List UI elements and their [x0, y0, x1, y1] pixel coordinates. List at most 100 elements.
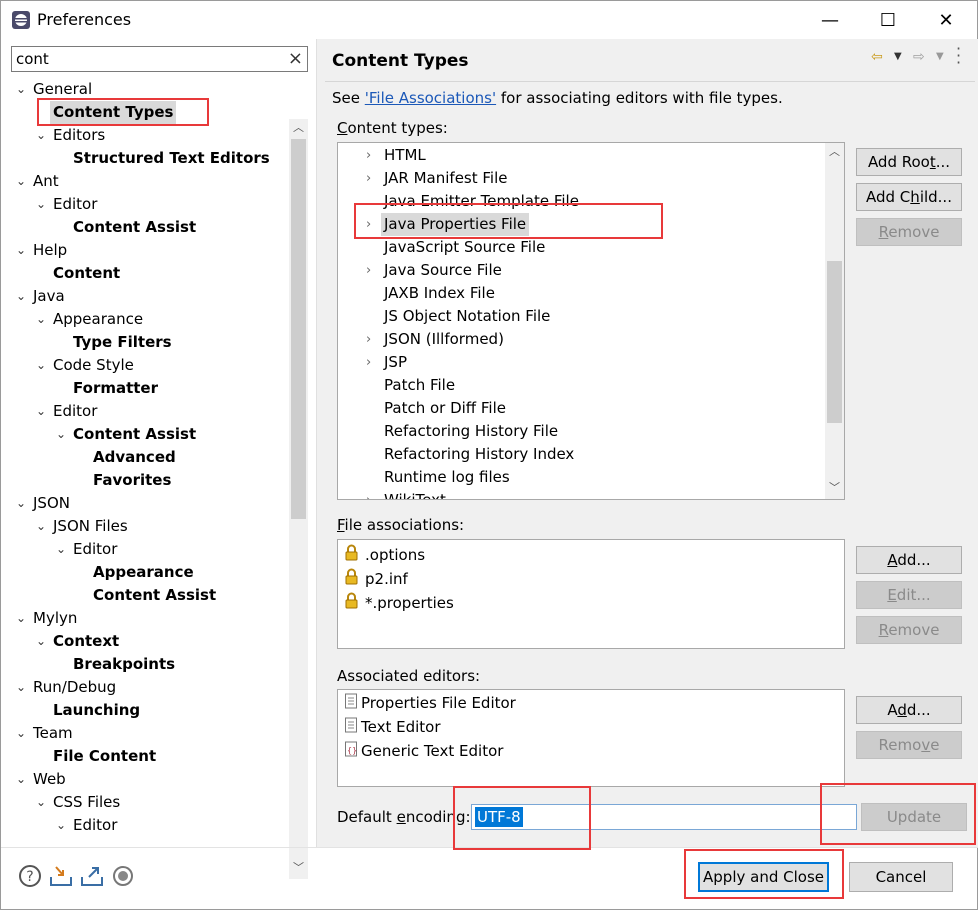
expand-chevron-icon[interactable]: ›: [366, 328, 371, 351]
expand-chevron-icon[interactable]: ›: [366, 489, 371, 499]
tree-item[interactable]: Context: [53, 630, 119, 653]
expand-chevron-icon[interactable]: ⌄: [14, 768, 28, 791]
tree-item[interactable]: Editor: [53, 193, 97, 216]
tree-item[interactable]: Appearance: [93, 561, 194, 584]
back-arrow-icon[interactable]: ⇦: [871, 49, 883, 65]
apply-and-close-button[interactable]: Apply and Close: [698, 862, 829, 892]
tree-item[interactable]: Ant: [33, 170, 59, 193]
clear-filter-icon[interactable]: ×: [288, 48, 303, 69]
tree-item[interactable]: Run/Debug: [33, 676, 116, 699]
import-icon[interactable]: [48, 863, 74, 889]
expand-chevron-icon[interactable]: ⌄: [14, 722, 28, 745]
back-dropdown-icon[interactable]: ▼: [894, 51, 902, 62]
tree-item[interactable]: General: [33, 78, 92, 101]
add-child-button[interactable]: Add Child...: [856, 183, 962, 211]
tree-item[interactable]: Mylyn: [33, 607, 77, 630]
export-icon[interactable]: [79, 863, 105, 889]
minimize-button[interactable]: —: [807, 1, 853, 39]
expand-chevron-icon[interactable]: ›: [366, 351, 371, 374]
content-type-item[interactable]: Runtime log files: [384, 466, 510, 489]
scroll-up-icon[interactable]: ︿: [825, 143, 844, 161]
content-type-item[interactable]: JavaScript Source File: [384, 236, 545, 259]
scroll-down-icon[interactable]: ﹀: [825, 479, 844, 497]
associated-editor-item[interactable]: Properties File Editor: [361, 692, 516, 715]
forward-dropdown-icon[interactable]: ▼: [936, 51, 944, 62]
tree-item[interactable]: CSS Files: [53, 791, 120, 814]
expand-chevron-icon[interactable]: ⌄: [14, 78, 28, 101]
expand-chevron-icon[interactable]: ⌄: [54, 814, 68, 837]
expand-chevron-icon[interactable]: ›: [366, 259, 371, 282]
filter-input[interactable]: [12, 47, 282, 71]
expand-chevron-icon[interactable]: ⌄: [34, 193, 48, 216]
content-type-item[interactable]: Refactoring History File: [384, 420, 558, 443]
tree-item[interactable]: Code Style: [53, 354, 134, 377]
record-icon[interactable]: [110, 863, 136, 889]
expand-chevron-icon[interactable]: ⌄: [34, 308, 48, 331]
tree-item[interactable]: Launching: [53, 699, 140, 722]
expand-chevron-icon[interactable]: ⌄: [34, 630, 48, 653]
scroll-down-icon[interactable]: ﹀: [289, 859, 308, 877]
content-type-item[interactable]: JS Object Notation File: [384, 305, 550, 328]
remove-editor-button[interactable]: Remove: [856, 731, 962, 759]
tree-item[interactable]: JSON Files: [53, 515, 128, 538]
file-associations-list[interactable]: .options p2.inf *.properties: [337, 539, 845, 649]
content-type-item[interactable]: JSON (Illformed): [384, 328, 504, 351]
content-type-item[interactable]: WikiText: [384, 489, 446, 499]
tree-item[interactable]: Structured Text Editors: [73, 147, 270, 170]
update-encoding-button[interactable]: Update: [861, 803, 967, 831]
associated-editors-list[interactable]: Properties File Editor Text Editor {} Gener…: [337, 689, 845, 787]
tree-item[interactable]: Editor: [53, 400, 97, 423]
edit-file-association-button[interactable]: Edit...: [856, 581, 962, 609]
forward-arrow-icon[interactable]: ⇨: [913, 49, 925, 65]
cancel-button[interactable]: Cancel: [849, 862, 953, 892]
tree-scrollbar[interactable]: ︿ ﹀: [289, 119, 308, 879]
content-type-item[interactable]: Patch or Diff File: [384, 397, 506, 420]
expand-chevron-icon[interactable]: ⌄: [14, 285, 28, 308]
add-editor-button[interactable]: Add...: [856, 696, 962, 724]
tree-item[interactable]: Java: [33, 285, 65, 308]
tree-item[interactable]: Formatter: [73, 377, 158, 400]
expand-chevron-icon[interactable]: ⌄: [14, 607, 28, 630]
tree-item[interactable]: Content Assist: [93, 584, 216, 607]
help-icon[interactable]: ?: [17, 863, 43, 889]
content-types-scroll-thumb[interactable]: [827, 261, 842, 423]
expand-chevron-icon[interactable]: ⌄: [54, 538, 68, 561]
expand-chevron-icon[interactable]: ⌄: [34, 124, 48, 147]
close-button[interactable]: ✕: [923, 1, 969, 39]
tree-item[interactable]: Breakpoints: [73, 653, 175, 676]
content-type-item[interactable]: JAXB Index File: [384, 282, 495, 305]
tree-item[interactable]: Type Filters: [73, 331, 172, 354]
add-file-association-button[interactable]: Add...: [856, 546, 962, 574]
tree-item[interactable]: Web: [33, 768, 66, 791]
expand-chevron-icon[interactable]: ›: [366, 167, 371, 190]
expand-chevron-icon[interactable]: ⌄: [14, 239, 28, 262]
tree-item[interactable]: Advanced: [93, 446, 176, 469]
expand-chevron-icon[interactable]: ⌄: [14, 676, 28, 699]
content-type-item[interactable]: Patch File: [384, 374, 455, 397]
expand-chevron-icon[interactable]: ›: [366, 144, 371, 167]
tree-item[interactable]: Content Assist: [73, 216, 196, 239]
content-type-item[interactable]: Refactoring History Index: [384, 443, 574, 466]
expand-chevron-icon[interactable]: ›: [366, 213, 371, 236]
add-root-button[interactable]: Add Root...: [856, 148, 962, 176]
file-association-item[interactable]: *.properties: [365, 592, 454, 615]
tree-item[interactable]: Team: [33, 722, 73, 745]
tree-item[interactable]: Content: [53, 262, 120, 285]
file-association-item[interactable]: p2.inf: [365, 568, 408, 591]
tree-item[interactable]: Editors: [53, 124, 105, 147]
content-type-item[interactable]: Java Properties File: [381, 213, 530, 236]
expand-chevron-icon[interactable]: ⌄: [14, 492, 28, 515]
tree-item[interactable]: Favorites: [93, 469, 171, 492]
default-encoding-input[interactable]: UTF-8: [471, 804, 857, 830]
expand-chevron-icon[interactable]: ⌄: [34, 791, 48, 814]
remove-file-association-button[interactable]: Remove: [856, 616, 962, 644]
scroll-up-icon[interactable]: ︿: [289, 119, 308, 137]
content-type-item[interactable]: JSP: [384, 351, 407, 374]
tree-item[interactable]: Editor: [73, 538, 117, 561]
associated-editor-item[interactable]: Generic Text Editor: [361, 740, 503, 763]
tree-item[interactable]: Content Types: [50, 101, 177, 124]
associated-editor-item[interactable]: Text Editor: [361, 716, 441, 739]
content-type-item[interactable]: HTML: [384, 144, 426, 167]
content-type-item[interactable]: Java Source File: [384, 259, 502, 282]
tree-item[interactable]: Editor: [73, 814, 117, 837]
